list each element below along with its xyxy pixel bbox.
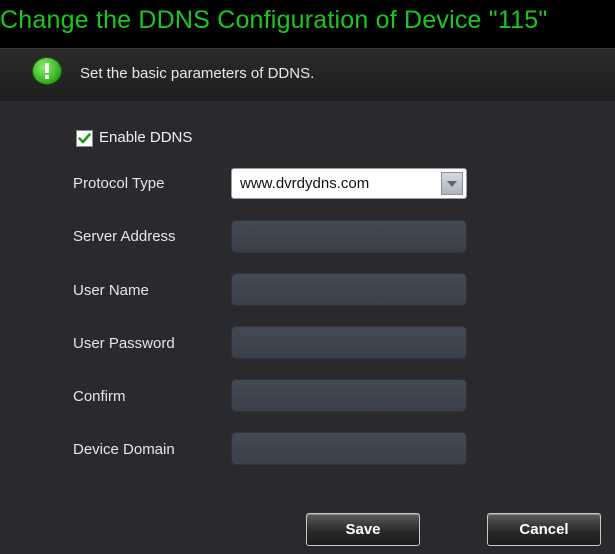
info-text: Set the basic parameters of DDNS. bbox=[80, 65, 315, 82]
protocol-type-label: Protocol Type bbox=[73, 175, 165, 192]
user-password-label: User Password bbox=[73, 335, 175, 352]
protocol-type-select[interactable]: www.dvrdydns.com bbox=[231, 168, 467, 199]
enable-ddns-checkbox[interactable] bbox=[76, 130, 93, 147]
device-domain-label: Device Domain bbox=[73, 441, 175, 458]
user-password-input[interactable] bbox=[231, 326, 467, 359]
save-button[interactable]: Save bbox=[306, 513, 420, 546]
confirm-label: Confirm bbox=[73, 388, 126, 405]
chevron-down-icon[interactable] bbox=[441, 172, 463, 195]
server-address-input[interactable] bbox=[231, 220, 467, 253]
confirm-password-input[interactable] bbox=[231, 379, 467, 412]
cancel-button[interactable]: Cancel bbox=[487, 513, 601, 546]
checkmark-icon bbox=[78, 133, 91, 144]
enable-ddns-label[interactable]: Enable DDNS bbox=[99, 129, 192, 146]
info-bar: Set the basic parameters of DDNS. bbox=[0, 48, 615, 102]
user-name-input[interactable] bbox=[231, 273, 467, 306]
dialog-title: Change the DDNS Configuration of Device … bbox=[0, 6, 548, 34]
info-icon bbox=[32, 57, 62, 85]
protocol-type-value: www.dvrdydns.com bbox=[240, 175, 370, 192]
device-domain-input[interactable] bbox=[231, 432, 467, 465]
server-address-label: Server Address bbox=[73, 228, 176, 245]
user-name-label: User Name bbox=[73, 282, 149, 299]
